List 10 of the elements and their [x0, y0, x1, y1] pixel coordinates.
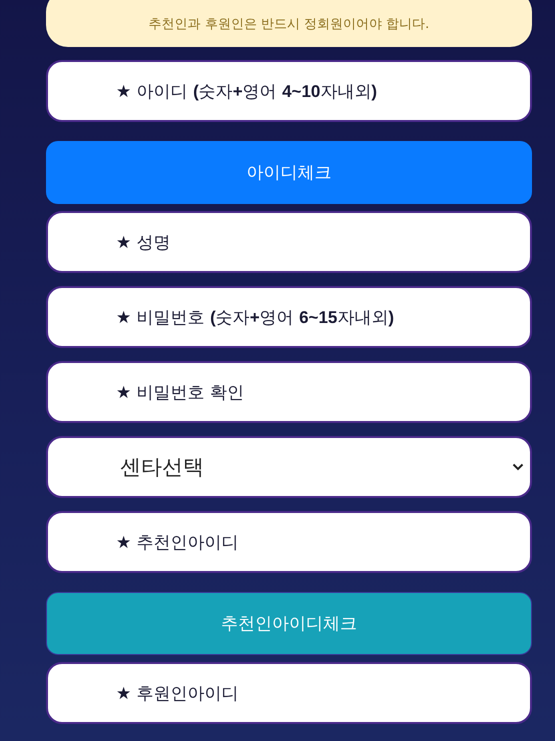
notice-banner: 추천인과 후원인은 반드시 정회원이어야 합니다. — [46, 0, 532, 47]
chevron-down-icon — [512, 463, 524, 471]
input-field[interactable]: ★ 후원인아이디 — [46, 662, 532, 724]
check-button[interactable]: 아이디체크 — [46, 141, 532, 204]
input-field[interactable]: ★ 추천인아이디 — [46, 511, 532, 573]
center-dropdown[interactable]: 센타선택 — [46, 436, 532, 498]
input-field[interactable]: ★ 성명 — [46, 211, 532, 273]
input-field[interactable]: ★ 비밀번호 확인 — [46, 361, 532, 423]
input-field[interactable]: ★ 비밀번호 (숫자+영어 6~15자내외) — [46, 286, 532, 348]
input-field[interactable]: ★ 아이디 (숫자+영어 4~10자내외) — [46, 60, 532, 122]
